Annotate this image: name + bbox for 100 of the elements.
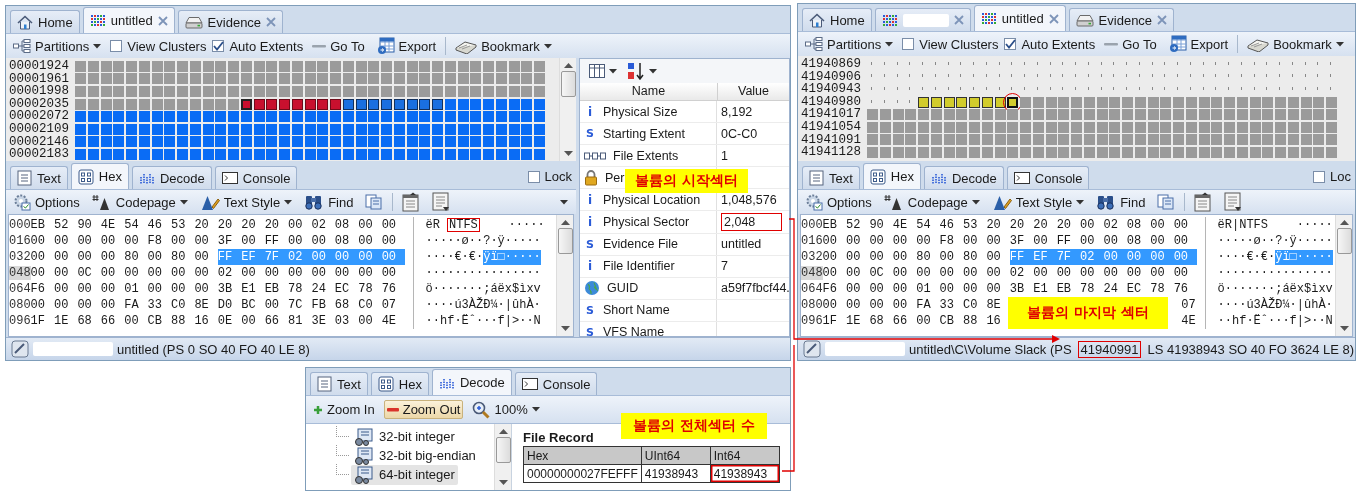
close-icon[interactable] [266, 17, 277, 27]
ascii-text: ö·······;áëx$ìxv [1217, 281, 1333, 297]
toolbar-button[interactable]: Find [301, 192, 357, 212]
tab[interactable]: Home [10, 10, 80, 33]
caret-icon[interactable] [179, 199, 188, 205]
scroll-up-icon[interactable] [560, 220, 570, 225]
scroll-thumb[interactable] [560, 71, 576, 97]
scroll-thumb[interactable] [557, 228, 573, 254]
toolbar-button[interactable]: Zoom In [310, 400, 378, 419]
scrollbar[interactable] [494, 424, 511, 490]
column-header[interactable]: Name [580, 83, 718, 100]
tab[interactable]: Evidence [1068, 8, 1175, 31]
checkbox[interactable]: Auto Extents [212, 38, 304, 54]
property-name: GUID [607, 281, 639, 296]
icon-button[interactable] [586, 62, 620, 80]
checkbox[interactable]: View Clusters [902, 36, 999, 52]
columns-icon [589, 64, 605, 78]
scroll-down-icon[interactable] [560, 326, 570, 331]
tab[interactable]: Console [514, 372, 598, 395]
tab[interactable]: Text [310, 372, 368, 395]
caret-icon[interactable] [284, 199, 293, 205]
tab[interactable]: Text [802, 166, 860, 189]
caret-icon[interactable] [649, 68, 657, 74]
tab[interactable]: Console [214, 166, 298, 189]
tab[interactable]: Evidence [177, 10, 284, 33]
caret-icon[interactable] [1076, 199, 1085, 205]
checkbox[interactable]: Auto Extents [1004, 36, 1096, 52]
tab[interactable]: Decode [131, 166, 212, 189]
column-header[interactable]: Value [718, 83, 789, 100]
scrollbar[interactable] [1335, 215, 1352, 336]
codepage-icon [91, 193, 112, 211]
toolbar-button[interactable]: Options [802, 191, 875, 213]
tab[interactable] [874, 8, 971, 31]
tab[interactable]: Hex [862, 163, 921, 189]
scrollbar[interactable] [556, 215, 573, 336]
checkbox[interactable]: Loc [1313, 169, 1351, 184]
toolbar-button[interactable]: Codepage [88, 191, 191, 213]
toolbar-button[interactable]: Text Style [988, 191, 1088, 213]
caret-icon[interactable] [543, 43, 552, 49]
caret-icon[interactable] [560, 199, 568, 205]
toolbar-button[interactable]: Bookmark [1244, 34, 1347, 54]
close-icon[interactable] [1048, 13, 1059, 24]
toolbar-button[interactable]: Export [373, 35, 440, 57]
toolbar-button[interactable]: Partitions [10, 36, 105, 56]
hierarchy-icon [805, 37, 823, 51]
caret-icon[interactable] [1335, 41, 1344, 47]
toolbar-button[interactable]: Zoom Out [383, 400, 464, 419]
scroll-up-icon[interactable] [1339, 220, 1349, 225]
redacted-area [902, 13, 949, 27]
copy-icon [365, 194, 384, 210]
row-label: 00002109 [8, 122, 70, 136]
scrollbar[interactable] [559, 58, 576, 161]
document-icon [402, 192, 421, 212]
toolbar-button[interactable]: Codepage [880, 191, 983, 213]
toolbar-button[interactable]: Options [10, 191, 83, 213]
tab[interactable]: Hex [370, 372, 429, 395]
tab[interactable]: Console [1006, 166, 1090, 189]
tab[interactable]: Hex [70, 163, 129, 189]
caret-icon[interactable] [885, 41, 894, 47]
tree-item[interactable]: 32-bit big-endian [351, 445, 479, 466]
toolbar-button[interactable]: Go To [1101, 34, 1160, 54]
checkbox[interactable]: Lock [527, 169, 572, 184]
scroll-up-icon[interactable] [563, 63, 573, 68]
close-icon[interactable] [953, 15, 964, 25]
row-label: 00001961 [8, 72, 70, 86]
spreadsheet-icon [376, 37, 395, 55]
tab[interactable]: Text [10, 166, 68, 189]
hierarchy-icon [13, 39, 31, 53]
close-icon[interactable] [157, 15, 168, 26]
tree-item[interactable]: 64-bit integer [351, 464, 458, 485]
toolbar-button[interactable]: Partitions [802, 34, 897, 54]
caret-icon[interactable] [531, 407, 540, 412]
caret-icon[interactable] [609, 68, 617, 74]
list-document-icon [432, 192, 451, 212]
toolbar-button[interactable]: Bookmark [452, 36, 555, 56]
scroll-down-icon[interactable] [498, 480, 508, 485]
property-value: a59f7fbcf44. [721, 281, 789, 296]
scroll-down-icon[interactable] [563, 151, 573, 156]
toolbar-button[interactable]: 100% [469, 398, 543, 421]
caret-icon[interactable] [93, 43, 102, 49]
caret-icon[interactable] [971, 199, 980, 205]
tab[interactable]: Home [802, 8, 872, 31]
scroll-thumb[interactable] [495, 437, 511, 463]
tree-item[interactable]: 32-bit integer [351, 426, 458, 447]
toolbar-button[interactable]: Go To [309, 36, 368, 56]
scroll-thumb[interactable] [1336, 228, 1352, 254]
tab[interactable]: Decode [923, 166, 1004, 189]
hex-bytes: F6 00 00 00 01 00 00 00 3B E1 EB 78 24 EC 78 76 [30, 281, 398, 297]
row-label: 00002183 [8, 148, 70, 161]
tab[interactable]: untitled [973, 5, 1066, 31]
close-icon[interactable] [1157, 15, 1168, 25]
toolbar-button[interactable]: Text Style [196, 191, 296, 213]
toolbar-button[interactable]: Find [1093, 192, 1149, 212]
tab[interactable]: Decode [431, 369, 512, 395]
tab[interactable]: untitled [82, 7, 175, 33]
scroll-down-icon[interactable] [1339, 326, 1349, 331]
toolbar-button[interactable]: Export [1165, 33, 1232, 55]
row-label: 41940906 [800, 70, 862, 84]
scroll-up-icon[interactable] [498, 429, 508, 434]
checkbox[interactable]: View Clusters [110, 38, 207, 54]
